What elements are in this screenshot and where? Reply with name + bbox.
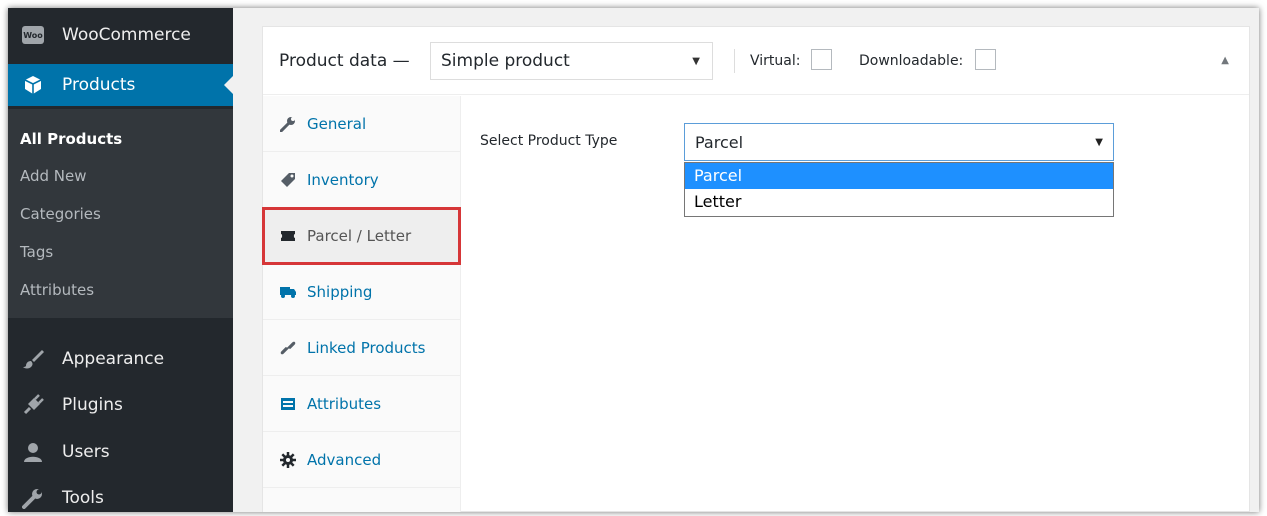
tab-label: General — [307, 114, 367, 133]
product-type-value: Simple product — [441, 51, 570, 71]
menu-item-woocommerce[interactable]: Woo WooCommerce — [8, 14, 233, 56]
submenu-attributes[interactable]: Attributes — [20, 281, 94, 299]
current-menu-arrow — [224, 76, 233, 94]
menu-item-plugins[interactable]: Plugins — [8, 384, 233, 426]
products-submenu: All Products Add New Categories Tags Att… — [8, 109, 233, 318]
menu-item-appearance[interactable]: Appearance — [8, 338, 233, 380]
menu-label: Plugins — [62, 395, 123, 415]
link-icon — [279, 339, 297, 357]
tab-inventory[interactable]: Inventory — [263, 152, 460, 208]
menu-label: Products — [62, 75, 136, 95]
option-letter[interactable]: Letter — [685, 189, 1113, 215]
list-icon — [279, 395, 297, 413]
menu-item-tools[interactable]: Tools — [8, 477, 233, 512]
parcel-type-value: Parcel — [695, 132, 744, 152]
woo-icon: Woo — [20, 22, 46, 48]
tab-parcel-letter[interactable]: Parcel / Letter — [262, 207, 461, 265]
product-data-title: Product data — — [279, 51, 410, 71]
menu-item-users[interactable]: Users — [8, 431, 233, 473]
product-data-tabs: General Inventory Parcel / Letter Shippi… — [262, 96, 461, 512]
tab-linked-products[interactable]: Linked Products — [263, 320, 460, 376]
tab-label: Advanced — [307, 450, 382, 469]
option-parcel[interactable]: Parcel — [685, 163, 1113, 189]
admin-sidebar: Woo WooCommerce Products All Products Ad… — [8, 8, 233, 512]
menu-label: Users — [62, 442, 110, 462]
parcel-type-select[interactable]: Parcel ▼ — [684, 123, 1114, 161]
tab-advanced[interactable]: Advanced — [263, 432, 460, 488]
box-icon — [20, 72, 46, 98]
user-icon — [20, 439, 46, 465]
plugin-icon — [20, 392, 46, 418]
tab-label: Inventory — [307, 170, 379, 189]
product-data-header: Product data — Simple product ▼ Virtual:… — [263, 27, 1249, 95]
tab-label: Attributes — [307, 394, 382, 413]
truck-icon — [279, 283, 297, 301]
tag-icon — [279, 171, 297, 189]
collapse-toggle-icon[interactable]: ▲ — [1221, 55, 1229, 66]
product-type-select[interactable]: Simple product ▼ — [430, 42, 713, 80]
submenu-add-new[interactable]: Add New — [20, 167, 87, 185]
submenu-categories[interactable]: Categories — [20, 205, 101, 223]
parcel-type-dropdown: Parcel Letter — [684, 162, 1114, 217]
chevron-down-icon: ▼ — [692, 56, 700, 67]
ticket-icon — [279, 227, 297, 245]
select-product-type-label: Select Product Type — [480, 133, 618, 149]
tab-attributes[interactable]: Attributes — [263, 376, 460, 432]
menu-item-products[interactable]: Products — [8, 64, 233, 106]
tab-general[interactable]: General — [263, 96, 460, 152]
menu-label: Appearance — [62, 349, 165, 369]
submenu-tags[interactable]: Tags — [20, 243, 53, 261]
wp-admin-screen: Woo WooCommerce Products All Products Ad… — [8, 8, 1259, 512]
tab-label: Linked Products — [307, 338, 426, 357]
paintbrush-icon — [20, 346, 46, 372]
menu-label: Tools — [62, 488, 104, 508]
gear-icon — [279, 451, 297, 469]
wrench-icon — [279, 115, 297, 133]
header-divider — [734, 49, 735, 73]
tab-shipping[interactable]: Shipping — [263, 264, 460, 320]
virtual-checkbox[interactable] — [811, 49, 832, 70]
product-data-box: Product data — Simple product ▼ Virtual:… — [262, 26, 1250, 512]
chevron-down-icon: ▼ — [1095, 137, 1103, 148]
submenu-all-products[interactable]: All Products — [20, 130, 122, 148]
tab-label: Shipping — [307, 282, 373, 301]
virtual-label: Virtual: — [750, 53, 801, 69]
wrench-icon — [20, 485, 46, 511]
tab-label: Parcel / Letter — [307, 226, 412, 245]
menu-label: WooCommerce — [62, 25, 191, 45]
downloadable-label: Downloadable: — [859, 53, 964, 69]
downloadable-checkbox[interactable] — [975, 49, 996, 70]
